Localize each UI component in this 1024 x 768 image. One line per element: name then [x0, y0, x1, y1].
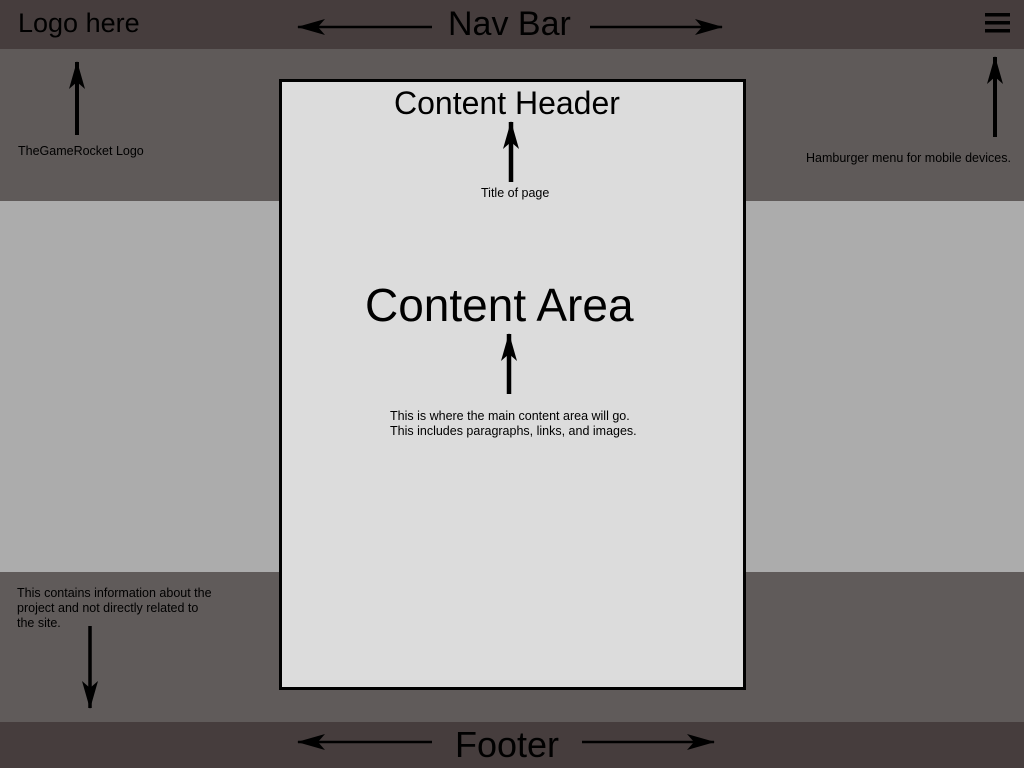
annotation-arrows [69, 19, 1003, 750]
